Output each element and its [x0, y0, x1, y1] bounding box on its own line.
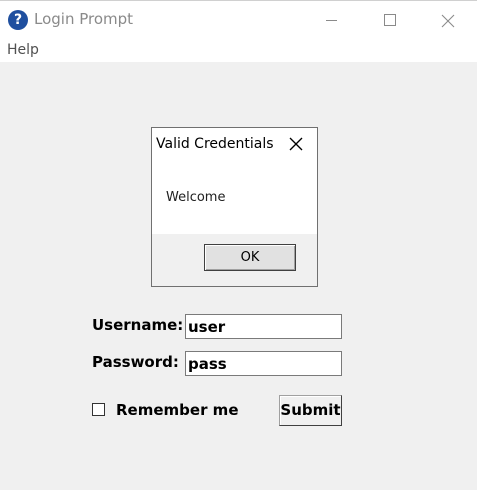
password-label: Password: — [92, 353, 179, 371]
maximize-button[interactable] — [360, 1, 418, 39]
close-window-button[interactable] — [419, 1, 477, 39]
valid-credentials-dialog: Valid Credentials Welcome OK — [151, 127, 318, 287]
window-title: Login Prompt — [34, 10, 134, 28]
menu-bar: Help — [0, 38, 477, 62]
maximize-icon — [384, 14, 396, 26]
remember-me-checkbox[interactable] — [92, 403, 105, 416]
close-icon — [441, 14, 455, 28]
minimize-icon — [326, 20, 337, 21]
dialog-body: Valid Credentials Welcome — [152, 128, 317, 234]
minimize-button[interactable] — [302, 1, 360, 39]
dialog-close-button[interactable] — [287, 135, 305, 153]
dialog-message: Welcome — [166, 190, 226, 205]
help-question-icon: ? — [8, 10, 28, 30]
submit-button[interactable]: Submit — [279, 395, 342, 426]
username-label: Username: — [92, 316, 184, 334]
remember-me-label[interactable]: Remember me — [116, 401, 239, 419]
menu-help[interactable]: Help — [7, 42, 39, 58]
dialog-title: Valid Credentials — [156, 136, 274, 152]
close-icon — [289, 137, 303, 151]
ok-button[interactable]: OK — [204, 244, 296, 271]
username-field[interactable]: user — [185, 314, 342, 339]
title-bar[interactable]: ? Login Prompt — [0, 0, 477, 38]
login-prompt-window: ? Login Prompt Help Valid Credentials We… — [0, 0, 477, 490]
password-field[interactable]: pass — [185, 351, 342, 376]
